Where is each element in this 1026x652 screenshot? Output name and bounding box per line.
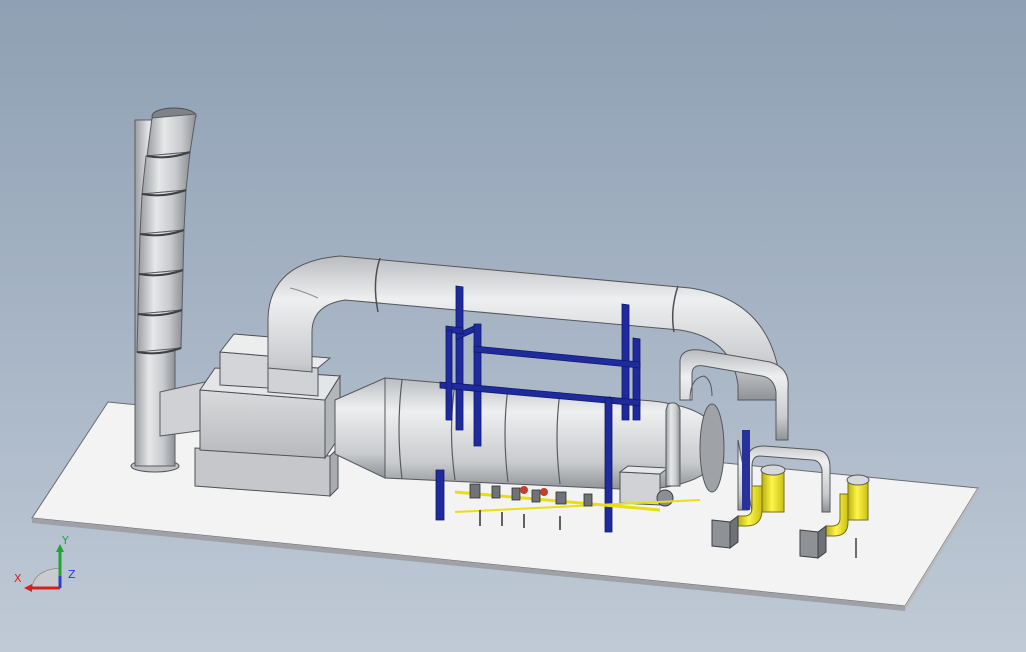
y-axis-label: Y [61,534,69,547]
cad-viewport[interactable]: X Y Z [0,0,1026,652]
x-axis-label: X [14,572,22,585]
z-axis-label: Z [68,568,76,581]
cad-model-render[interactable] [0,0,1026,652]
triad-plane [31,567,61,589]
overhead-duct [267,255,781,401]
coordinate-triad: X Y Z [14,534,76,592]
exhaust-stack [130,107,206,473]
